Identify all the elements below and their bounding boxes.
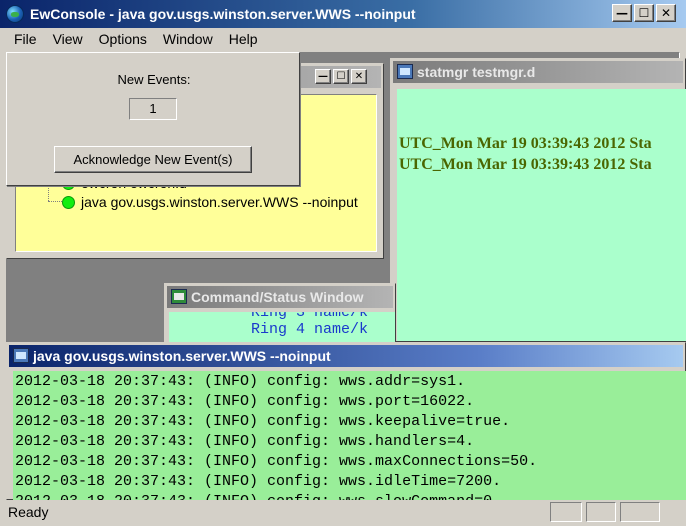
minimize-icon[interactable]: — bbox=[612, 4, 632, 22]
menu-help[interactable]: Help bbox=[221, 31, 266, 47]
new-events-dialog: New Events: 1 Acknowledge New Event(s) bbox=[6, 52, 300, 186]
minimize-icon[interactable]: — bbox=[315, 69, 331, 84]
statmgr-output: UTC_Mon Mar 19 03:39:43 2012 Sta UTC_Mon… bbox=[397, 89, 686, 341]
status-panel bbox=[586, 502, 616, 522]
status-panel bbox=[620, 502, 660, 522]
command-status-frame[interactable]: Command/Status Window Ring 3 name/k Ring… bbox=[164, 283, 396, 346]
module-tree-controls: — ☐ ✕ bbox=[315, 69, 367, 84]
tree-item-label: java gov.usgs.winston.server.WWS --noinp… bbox=[81, 194, 358, 210]
log-line: 2012-03-18 20:37:43: (INFO) config: wws.… bbox=[15, 433, 475, 450]
wws-log-titlebar[interactable]: java gov.usgs.winston.server.WWS --noinp… bbox=[9, 345, 683, 367]
log-line: 2012-03-18 20:37:43: (INFO) config: wws.… bbox=[15, 413, 511, 430]
status-ok-icon bbox=[62, 195, 75, 209]
wws-log-output: 2012-03-18 20:37:43: (INFO) config: wws.… bbox=[13, 371, 686, 501]
command-line: Ring 3 name/k bbox=[251, 312, 369, 321]
status-text: Ready bbox=[8, 504, 49, 520]
globe-icon bbox=[6, 5, 24, 23]
log-line: 2012-03-18 20:37:43: (INFO) config: wws.… bbox=[15, 373, 466, 390]
menu-window[interactable]: Window bbox=[155, 31, 221, 47]
window-icon bbox=[13, 348, 29, 363]
log-line: 2012-03-18 20:37:43: (INFO) config: wws.… bbox=[15, 473, 502, 490]
menu-options[interactable]: Options bbox=[91, 31, 155, 47]
status-panel bbox=[550, 502, 582, 522]
window-icon bbox=[171, 289, 187, 304]
main-titlebar[interactable]: EwConsole - java gov.usgs.winston.server… bbox=[0, 0, 686, 28]
new-events-label: New Events: bbox=[117, 72, 191, 87]
new-events-count: 1 bbox=[129, 98, 177, 120]
log-line: 2012-03-18 20:37:43: (INFO) config: wws.… bbox=[15, 453, 538, 470]
statusbar: Ready bbox=[0, 500, 686, 526]
maximize-icon[interactable]: ☐ bbox=[333, 69, 349, 84]
statmgr-line: UTC_Mon Mar 19 03:39:43 2012 Sta bbox=[399, 156, 652, 173]
command-line: Ring 4 name/k bbox=[251, 321, 369, 338]
close-icon[interactable]: ✕ bbox=[656, 4, 676, 22]
window-icon bbox=[397, 64, 413, 79]
tree-item[interactable]: java gov.usgs.winston.server.WWS --noinp… bbox=[62, 194, 358, 210]
acknowledge-events-button[interactable]: Acknowledge New Event(s) bbox=[54, 146, 252, 173]
statmgr-title: statmgr testmgr.d bbox=[417, 64, 536, 80]
window-controls: — ☐ ✕ bbox=[612, 4, 676, 22]
command-status-output: Ring 3 name/k Ring 4 name/k bbox=[169, 312, 395, 346]
command-status-titlebar[interactable]: Command/Status Window bbox=[167, 286, 393, 308]
wws-log-title: java gov.usgs.winston.server.WWS --noinp… bbox=[33, 348, 331, 364]
menu-view[interactable]: View bbox=[45, 31, 91, 47]
statmgr-titlebar[interactable]: statmgr testmgr.d bbox=[393, 61, 683, 83]
close-icon[interactable]: ✕ bbox=[351, 69, 367, 84]
menubar: File View Options Window Help bbox=[0, 28, 686, 50]
command-status-title: Command/Status Window bbox=[191, 289, 364, 305]
wws-log-frame[interactable]: java gov.usgs.winston.server.WWS --noinp… bbox=[6, 342, 686, 501]
statmgr-frame[interactable]: statmgr testmgr.d UTC_Mon Mar 19 03:39:4… bbox=[390, 58, 686, 342]
maximize-icon[interactable]: ☐ bbox=[634, 4, 654, 22]
log-line: 2012-03-18 20:37:43: (INFO) config: wws.… bbox=[15, 393, 475, 410]
window-title: EwConsole - java gov.usgs.winston.server… bbox=[30, 6, 416, 22]
statmgr-line: UTC_Mon Mar 19 03:39:43 2012 Sta bbox=[399, 135, 652, 152]
menu-file[interactable]: File bbox=[6, 31, 45, 47]
